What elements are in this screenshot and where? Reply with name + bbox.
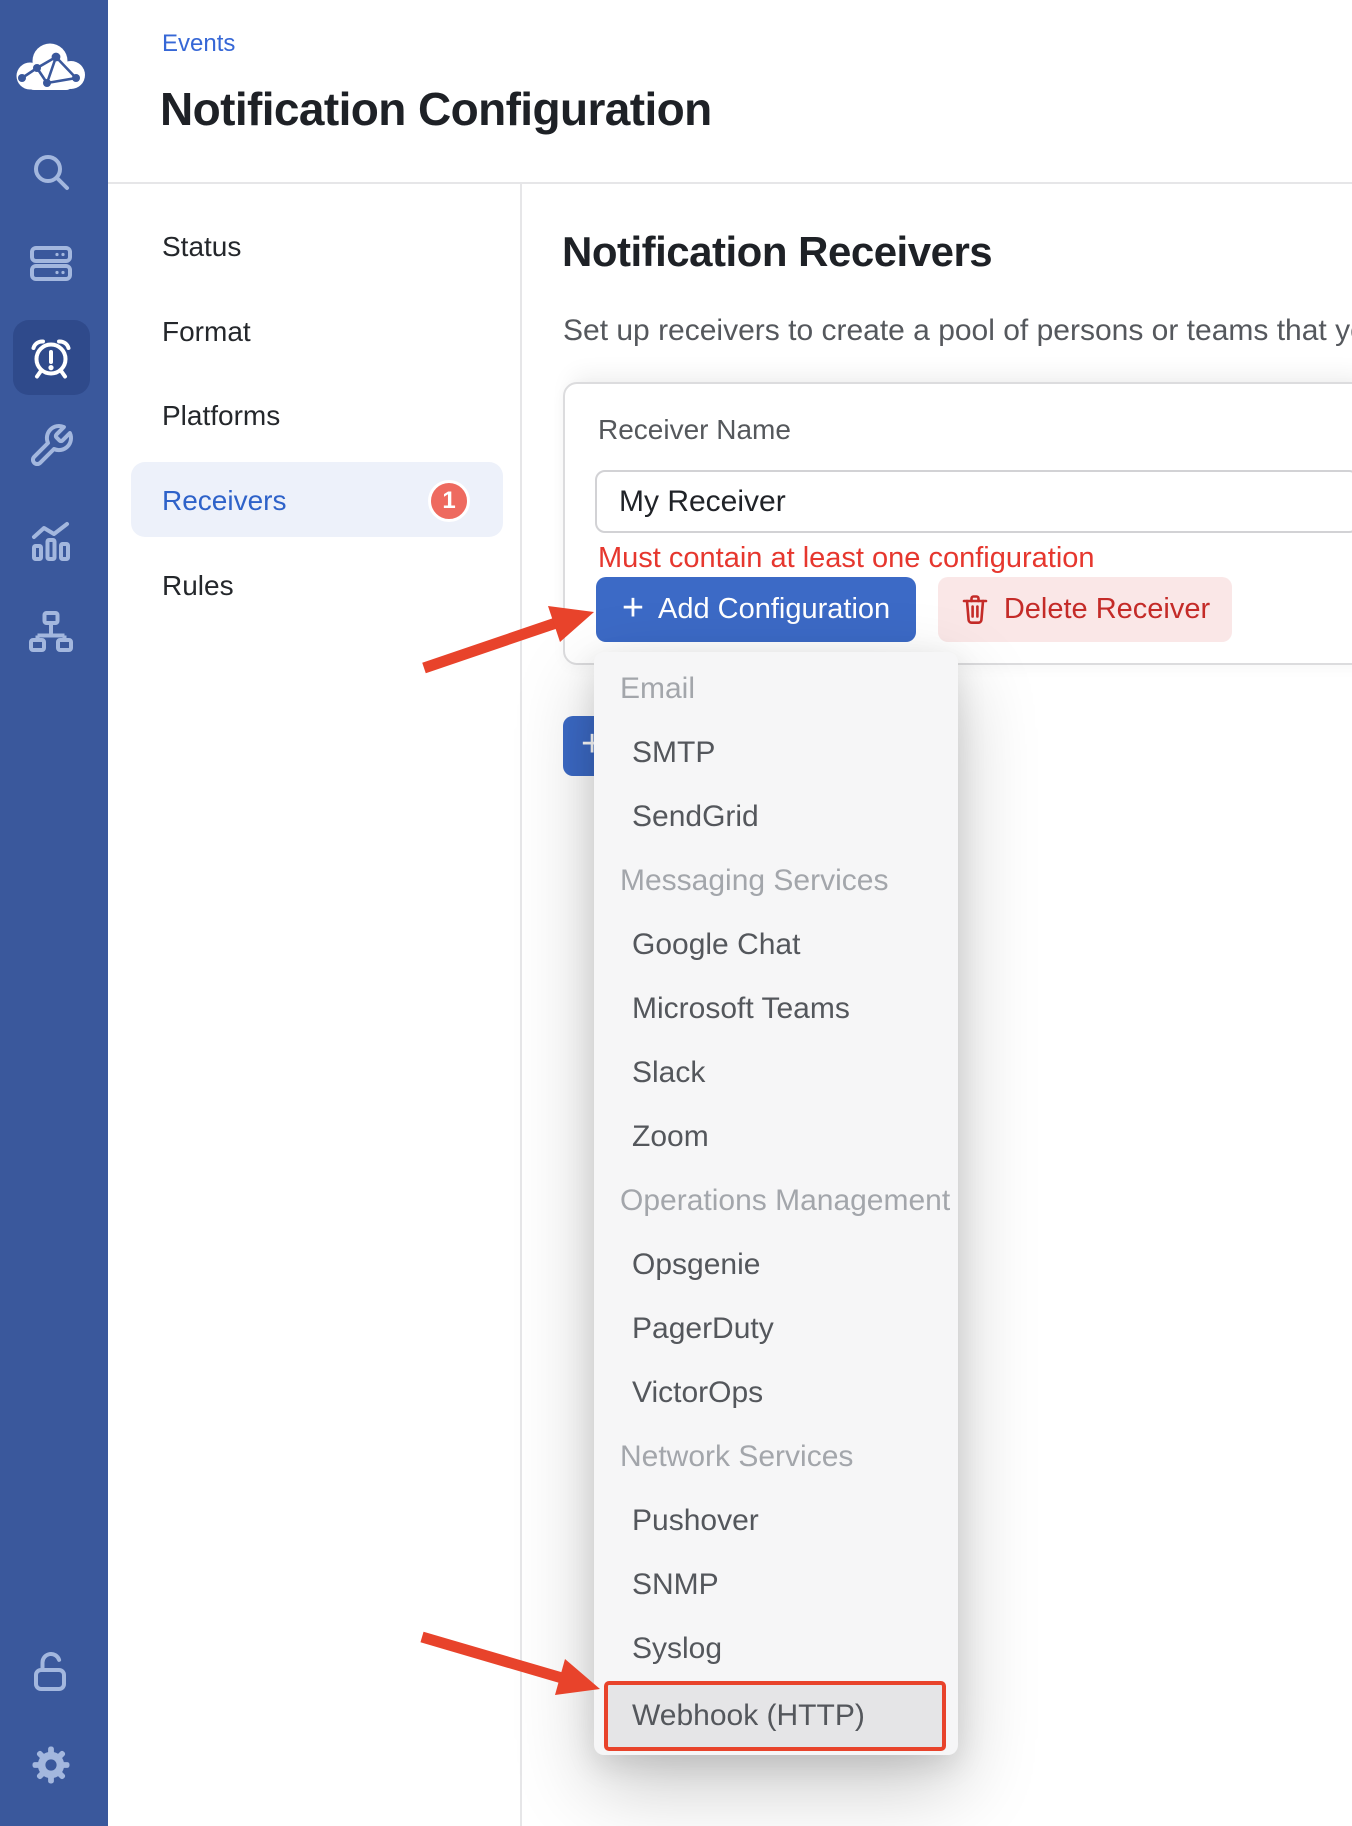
menu-item-zoom[interactable]: Zoom (594, 1105, 958, 1169)
wrench-tools-icon[interactable] (27, 422, 75, 470)
delete-receiver-button[interactable]: Delete Receiver (938, 577, 1232, 642)
search-icon[interactable] (27, 148, 75, 196)
menu-item-victorops[interactable]: VictorOps (594, 1361, 958, 1425)
plus-icon: + (622, 589, 644, 627)
breadcrumb-events[interactable]: Events (162, 30, 235, 58)
receiver-name-input[interactable] (595, 470, 1352, 533)
validation-error: Must contain at least one configuration (598, 542, 1095, 575)
menu-item-snmp[interactable]: SNMP (594, 1553, 958, 1617)
menu-group-messaging-services: Messaging Services (594, 849, 958, 913)
menu-item-syslog[interactable]: Syslog (594, 1617, 958, 1681)
delete-receiver-label: Delete Receiver (1004, 593, 1210, 626)
page-title: Notification Configuration (160, 82, 712, 136)
add-configuration-button[interactable]: + Add Configuration (596, 577, 916, 642)
menu-item-pagerduty[interactable]: PagerDuty (594, 1297, 958, 1361)
alarm-alerts-icon[interactable] (27, 333, 75, 381)
menu-group-operations-management: Operations Management (594, 1169, 958, 1233)
menu-item-smtp[interactable]: SMTP (594, 721, 958, 785)
add-configuration-label: Add Configuration (658, 593, 890, 626)
menu-group-email: Email (594, 657, 958, 721)
panel-divider (520, 184, 522, 1826)
receivers-count-badge: 1 (428, 480, 470, 522)
menu-item-slack[interactable]: Slack (594, 1041, 958, 1105)
menu-item-google-chat[interactable]: Google Chat (594, 913, 958, 977)
nav-item-receivers[interactable]: Receivers (162, 471, 286, 531)
nav-item-format[interactable]: Format (162, 302, 251, 362)
menu-item-webhook-http[interactable]: Webhook (HTTP) (604, 1681, 946, 1751)
servers-icon[interactable] (27, 239, 75, 287)
menu-item-microsoft-teams[interactable]: Microsoft Teams (594, 977, 958, 1041)
menu-item-opsgenie[interactable]: Opsgenie (594, 1233, 958, 1297)
menu-group-network-services: Network Services (594, 1425, 958, 1489)
cloud-network-logo-icon[interactable] (10, 38, 94, 98)
receiver-card: Receiver Name Must contain at least one … (563, 382, 1352, 665)
annotation-arrow-webhook (422, 1637, 600, 1695)
header-divider (108, 182, 1352, 184)
nav-item-status[interactable]: Status (162, 217, 241, 277)
nav-item-rules[interactable]: Rules (162, 556, 234, 616)
nav-item-platforms[interactable]: Platforms (162, 386, 280, 446)
analytics-chart-icon[interactable] (27, 517, 75, 565)
menu-item-sendgrid[interactable]: SendGrid (594, 785, 958, 849)
app-sidebar (0, 0, 108, 1826)
configuration-type-menu: Email SMTP SendGrid Messaging Services G… (594, 652, 958, 1755)
section-title: Notification Receivers (562, 228, 992, 276)
settings-gear-icon[interactable] (27, 1741, 75, 1789)
trash-icon (960, 593, 990, 626)
section-description: Set up receivers to create a pool of per… (563, 314, 1352, 348)
receiver-name-label: Receiver Name (598, 414, 791, 446)
lock-open-icon[interactable] (27, 1648, 75, 1696)
menu-item-pushover[interactable]: Pushover (594, 1489, 958, 1553)
topology-sitemap-icon[interactable] (27, 608, 75, 656)
